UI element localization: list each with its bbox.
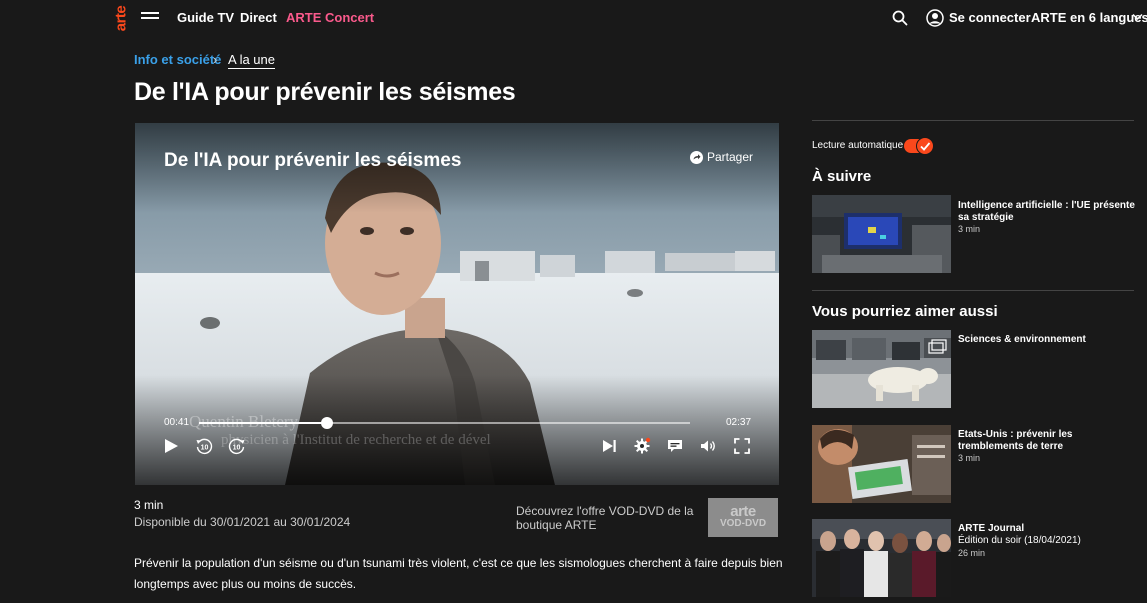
nav-direct[interactable]: Direct (240, 10, 277, 25)
video-duration: 3 min (134, 498, 164, 512)
related-item-thumbnail[interactable] (812, 519, 951, 597)
nav-guide-tv[interactable]: Guide TV (177, 10, 234, 25)
current-time: 00:41 (164, 417, 190, 428)
related-item-subtitle: Édition du soir (18/04/2021) (958, 535, 1081, 546)
menu-icon[interactable] (141, 12, 159, 24)
video-title: De l'IA pour prévenir les séismes (164, 150, 462, 171)
login-link[interactable]: Se connecter (949, 10, 1031, 25)
next-item-title[interactable]: Intelligence artificielle : l'UE présent… (958, 200, 1138, 224)
video-availability: Disponible du 30/01/2021 au 30/01/2024 (134, 515, 351, 529)
related-item-duration: 26 min (958, 548, 986, 558)
breadcrumb-section[interactable]: Info et société (134, 52, 221, 67)
video-player[interactable]: De l'IA pour prévenir les séismes Partag… (135, 123, 779, 485)
next-section-title: À suivre (812, 168, 872, 185)
fullscreen-icon[interactable] (733, 437, 751, 455)
breadcrumb-current[interactable]: A la une (228, 52, 275, 69)
vod-logo-top: arte (730, 503, 756, 520)
progress-fill (199, 422, 328, 424)
progress-bar[interactable] (199, 417, 690, 429)
vod-dvd-logo[interactable]: arte VOD-DVD (708, 498, 778, 537)
settings-icon[interactable] (633, 437, 651, 455)
nav-arte-concert[interactable]: ARTE Concert (286, 10, 374, 25)
forward-10-icon[interactable]: 10 (228, 437, 248, 455)
arte-logo-text: arte (112, 5, 130, 32)
related-item-thumbnail[interactable] (812, 425, 951, 503)
chevron-down-icon[interactable] (1132, 13, 1143, 21)
arte-logo[interactable]: arte (112, 2, 130, 34)
rewind-10-icon[interactable]: 10 (195, 437, 215, 455)
play-icon[interactable] (162, 437, 180, 455)
next-item-duration: 3 min (958, 224, 981, 234)
top-navigation: arte Guide TV Direct ARTE Concert Se con… (0, 0, 1147, 36)
vod-logo-bottom: VOD-DVD (719, 518, 767, 529)
search-icon[interactable] (892, 10, 908, 26)
account-icon[interactable] (926, 9, 944, 27)
forward-10-label: 10 (233, 444, 241, 451)
related-item-thumbnail[interactable] (812, 330, 951, 408)
video-description: Prévenir la population d'un séisme ou d'… (134, 556, 783, 591)
page-title: De l'IA pour prévenir les séismes (134, 78, 516, 106)
next-episode-icon[interactable] (600, 437, 618, 455)
vod-offer-text[interactable]: Découvrez l'offre VOD-DVD de la boutique… (516, 504, 696, 532)
breadcrumb-separator: › (213, 52, 218, 67)
autoplay-toggle[interactable] (904, 137, 934, 155)
related-item-title[interactable]: ARTE Journal (958, 523, 1138, 535)
related-item-title[interactable]: Etats-Unis : prévenir les tremblements d… (958, 429, 1138, 453)
divider (812, 120, 1134, 121)
total-time: 02:37 (726, 417, 752, 428)
volume-icon[interactable] (699, 437, 717, 455)
rewind-10-label: 10 (201, 444, 209, 451)
check-icon (916, 137, 934, 155)
lower-third-role: physicien à l'Institut de recherche et d… (221, 432, 491, 448)
autoplay-label: Lecture automatique (812, 140, 904, 151)
related-section-title: Vous pourriez aimer aussi (812, 303, 998, 320)
divider (812, 290, 1134, 291)
subtitles-icon[interactable] (666, 437, 684, 455)
next-item-thumbnail[interactable] (812, 195, 951, 273)
share-button[interactable]: Partager (707, 150, 753, 164)
related-item-duration: 3 min (958, 453, 981, 463)
language-selector[interactable]: ARTE en 6 langues (1031, 10, 1147, 25)
related-item-title[interactable]: Sciences & environnement (958, 334, 1138, 346)
share-icon[interactable] (690, 151, 703, 164)
